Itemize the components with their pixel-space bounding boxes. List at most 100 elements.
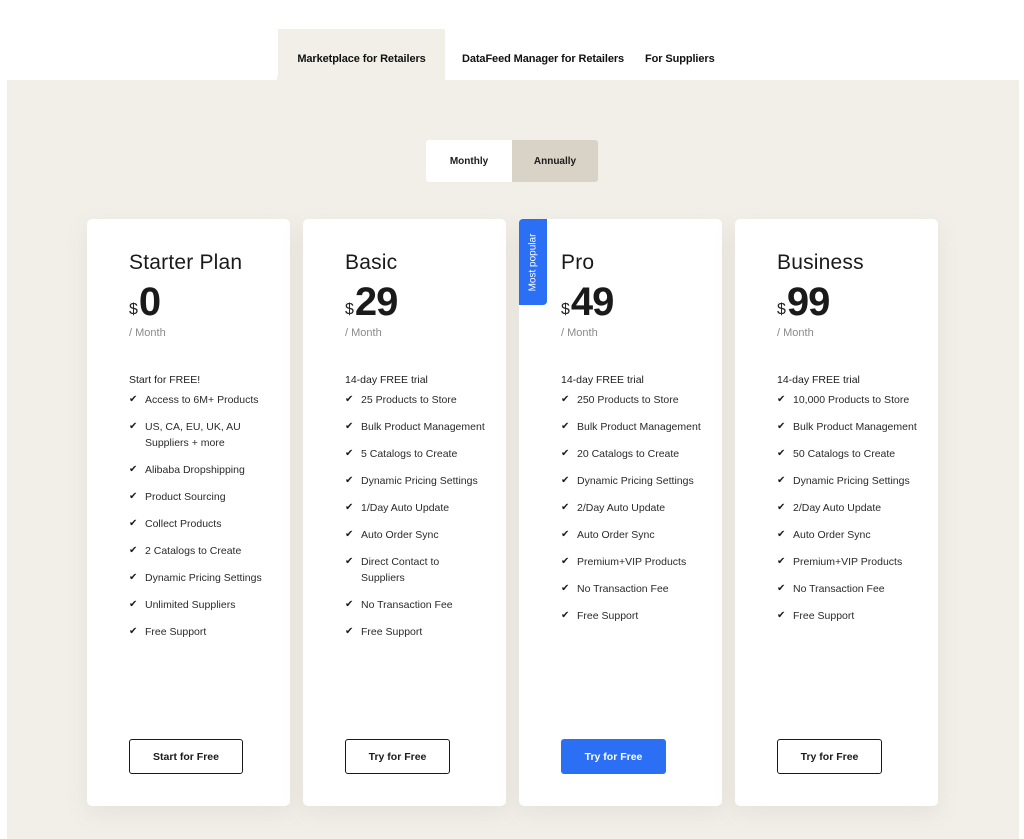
feature-text: No Transaction Fee bbox=[361, 599, 453, 611]
check-icon: ✔ bbox=[345, 529, 354, 540]
product-tabs: Marketplace for Retailers DataFeed Manag… bbox=[278, 29, 715, 89]
feature-item: ✔ Auto Order Sync bbox=[345, 527, 485, 543]
feature-text: Dynamic Pricing Settings bbox=[361, 475, 478, 487]
check-icon: ✔ bbox=[777, 421, 786, 432]
feature-text: Auto Order Sync bbox=[793, 529, 871, 541]
feature-text: Free Support bbox=[361, 626, 423, 638]
feature-text: Access to 6M+ Products bbox=[145, 394, 259, 406]
plan-intro: 14-day FREE trial bbox=[777, 374, 860, 386]
feature-text: No Transaction Fee bbox=[793, 583, 885, 595]
feature-item: ✔ No Transaction Fee bbox=[777, 581, 917, 597]
check-icon: ✔ bbox=[129, 394, 138, 405]
feature-item: ✔ US, CA, EU, UK, AU Suppliers + more bbox=[129, 419, 269, 451]
feature-text: Auto Order Sync bbox=[577, 529, 655, 541]
feature-item: ✔ 2 Catalogs to Create bbox=[129, 543, 269, 559]
feature-item: ✔ Access to 6M+ Products bbox=[129, 392, 269, 408]
check-icon: ✔ bbox=[777, 475, 786, 486]
try-for-free-button-business[interactable]: Try for Free bbox=[777, 739, 882, 774]
feature-item: ✔ No Transaction Fee bbox=[345, 597, 485, 613]
plan-intro: 14-day FREE trial bbox=[345, 374, 428, 386]
plan-price: $ 29 bbox=[345, 282, 506, 322]
badge-text: Most popular bbox=[527, 233, 539, 291]
check-icon: ✔ bbox=[777, 394, 786, 405]
try-for-free-button-basic[interactable]: Try for Free bbox=[345, 739, 450, 774]
feature-item: ✔ 20 Catalogs to Create bbox=[561, 446, 701, 462]
feature-text: 250 Products to Store bbox=[577, 394, 679, 406]
plan-price: $ 0 bbox=[129, 282, 290, 322]
tab-marketplace-for-retailers[interactable]: Marketplace for Retailers bbox=[278, 29, 445, 89]
feature-text: 1/Day Auto Update bbox=[361, 502, 450, 514]
feature-item: ✔ Dynamic Pricing Settings bbox=[777, 473, 917, 489]
try-for-free-button-pro[interactable]: Try for Free bbox=[561, 739, 666, 774]
feature-text: Product Sourcing bbox=[145, 491, 226, 503]
check-icon: ✔ bbox=[561, 502, 570, 513]
tab-datafeed-manager[interactable]: DataFeed Manager for Retailers bbox=[445, 29, 645, 89]
feature-list: ✔ 10,000 Products to Store ✔ Bulk Product … bbox=[777, 392, 917, 624]
feature-item: ✔ Collect Products bbox=[129, 516, 269, 532]
check-icon: ✔ bbox=[561, 421, 570, 432]
feature-text: 2/Day Auto Update bbox=[577, 502, 666, 514]
feature-text: Alibaba Dropshipping bbox=[145, 464, 245, 476]
check-icon: ✔ bbox=[345, 421, 354, 432]
check-icon: ✔ bbox=[561, 394, 570, 405]
feature-item: ✔ 10,000 Products to Store bbox=[777, 392, 917, 408]
price-amount: 49 bbox=[570, 280, 614, 324]
plan-name: Pro bbox=[561, 251, 595, 274]
check-icon: ✔ bbox=[561, 448, 570, 459]
plan-card-basic: Basic $ 29 / Month 14-day FREE trial ✔ 25… bbox=[303, 219, 506, 806]
feature-item: ✔ Free Support bbox=[777, 608, 917, 624]
feature-item: ✔ 2/Day Auto Update bbox=[777, 500, 917, 516]
monthly-option[interactable]: Monthly bbox=[426, 140, 512, 182]
feature-text: Collect Products bbox=[145, 518, 222, 530]
plan-intro: 14-day FREE trial bbox=[561, 374, 644, 386]
check-icon: ✔ bbox=[345, 626, 354, 637]
feature-text: 2 Catalogs to Create bbox=[145, 545, 242, 557]
feature-text: 10,000 Products to Store bbox=[793, 394, 910, 406]
feature-item: ✔ Bulk Product Management bbox=[777, 419, 917, 435]
feature-text: Free Support bbox=[793, 610, 855, 622]
feature-text: Free Support bbox=[145, 626, 207, 638]
price-period: / Month bbox=[345, 327, 382, 339]
feature-text: Dynamic Pricing Settings bbox=[793, 475, 910, 487]
start-for-free-button[interactable]: Start for Free bbox=[129, 739, 243, 774]
check-icon: ✔ bbox=[129, 545, 138, 556]
feature-item: ✔ Auto Order Sync bbox=[561, 527, 701, 543]
feature-text: Premium+VIP Products bbox=[577, 556, 687, 568]
feature-item: ✔ Product Sourcing bbox=[129, 489, 269, 505]
feature-text: Bulk Product Management bbox=[361, 421, 485, 433]
plan-card-pro: Most popular Pro $ 49 / Month 14-day FRE… bbox=[519, 219, 722, 806]
check-icon: ✔ bbox=[345, 502, 354, 513]
pricing-cards: Starter Plan $ 0 / Month Start for FREE!… bbox=[87, 219, 938, 806]
check-icon: ✔ bbox=[561, 475, 570, 486]
feature-item: ✔ Free Support bbox=[561, 608, 701, 624]
currency-symbol: $ bbox=[345, 301, 354, 318]
price-amount: 99 bbox=[786, 280, 830, 324]
annually-option[interactable]: Annually bbox=[512, 140, 598, 182]
feature-item: ✔ Unlimited Suppliers bbox=[129, 597, 269, 613]
plan-name: Basic bbox=[345, 251, 398, 274]
feature-item: ✔ No Transaction Fee bbox=[561, 581, 701, 597]
price-period: / Month bbox=[777, 327, 814, 339]
check-icon: ✔ bbox=[777, 556, 786, 567]
check-icon: ✔ bbox=[561, 529, 570, 540]
check-icon: ✔ bbox=[777, 502, 786, 513]
plan-card-starter: Starter Plan $ 0 / Month Start for FREE!… bbox=[87, 219, 290, 806]
feature-text: US, CA, EU, UK, AU Suppliers + more bbox=[145, 421, 241, 449]
check-icon: ✔ bbox=[345, 475, 354, 486]
price-amount: 29 bbox=[354, 280, 398, 324]
feature-item: ✔ Bulk Product Management bbox=[561, 419, 701, 435]
plan-price: $ 99 bbox=[777, 282, 938, 322]
feature-item: ✔ Free Support bbox=[129, 624, 269, 640]
feature-list: ✔ 25 Products to Store ✔ Bulk Product Mana… bbox=[345, 392, 485, 640]
currency-symbol: $ bbox=[561, 301, 570, 318]
feature-item: ✔ Auto Order Sync bbox=[777, 527, 917, 543]
feature-text: Premium+VIP Products bbox=[793, 556, 903, 568]
check-icon: ✔ bbox=[129, 518, 138, 529]
check-icon: ✔ bbox=[345, 448, 354, 459]
check-icon: ✔ bbox=[777, 583, 786, 594]
tab-for-suppliers[interactable]: For Suppliers bbox=[645, 29, 715, 89]
price-period: / Month bbox=[561, 327, 598, 339]
feature-item: ✔ Dynamic Pricing Settings bbox=[561, 473, 701, 489]
feature-text: Direct Contact to Suppliers bbox=[361, 556, 440, 584]
price-amount: 0 bbox=[138, 280, 161, 324]
